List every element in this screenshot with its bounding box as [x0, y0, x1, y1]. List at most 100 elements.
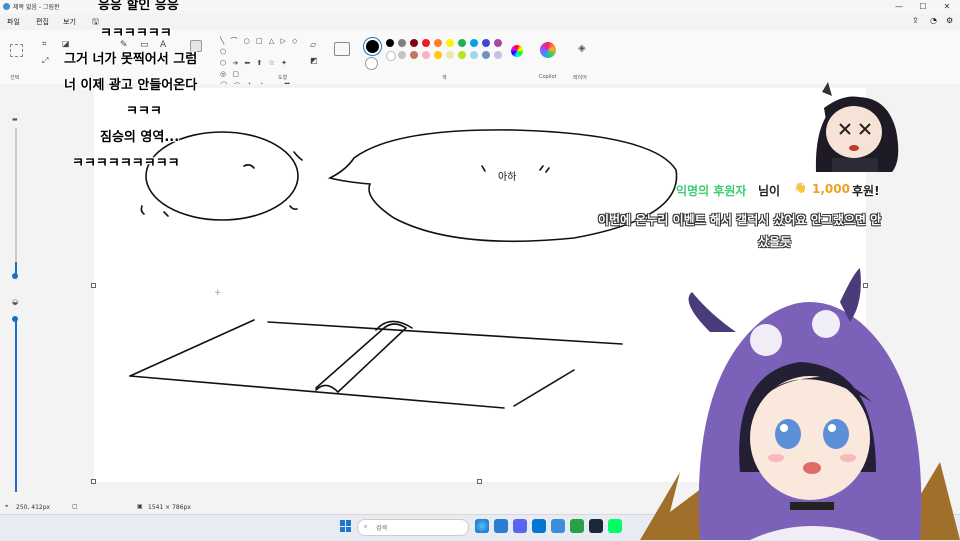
menu-edit[interactable]: 편집 — [36, 17, 49, 27]
color-swatch[interactable] — [422, 51, 430, 59]
paint-taskbar-icon[interactable] — [551, 519, 565, 533]
canvas-resize-handle-bl[interactable] — [91, 479, 96, 484]
color-swatch[interactable] — [410, 39, 418, 47]
table-edge — [129, 319, 255, 377]
color-swatch[interactable] — [410, 51, 418, 59]
window-title: 제목 없음 - 그림판 — [13, 4, 60, 11]
color2-indicator[interactable] — [365, 57, 378, 70]
chat-line: 짐승의 영역... — [100, 130, 180, 145]
steam-icon[interactable] — [589, 519, 603, 533]
settings-icon[interactable]: ⚙ — [946, 16, 953, 25]
chat-line: ㅋㅋㅋㅋㅋㅋㅋㅋㅋ — [72, 156, 180, 171]
profile-icon[interactable]: ◔ — [930, 16, 937, 25]
chibi-illustration — [815, 82, 899, 172]
taskbar-search-input[interactable]: ⌕ 검색 — [357, 519, 469, 536]
select-tool-icon[interactable] — [10, 44, 23, 57]
explorer-icon[interactable] — [494, 519, 508, 533]
selection-icon: ▢ — [72, 503, 78, 510]
sparkle-stroke — [293, 151, 303, 161]
brush-size-icon: ▬ — [12, 116, 18, 123]
color-swatch[interactable] — [494, 51, 502, 59]
canvas-resize-handle-left[interactable] — [91, 283, 96, 288]
resize-icon[interactable]: ⤢ — [42, 56, 48, 66]
color-swatch[interactable] — [386, 39, 394, 47]
chat-line: ㅋㅋㅋㅋㅋㅋ — [100, 26, 172, 41]
color-swatch[interactable] — [422, 39, 430, 47]
coin-icon: 👋 — [794, 183, 807, 194]
vtuber-illustration — [640, 268, 960, 540]
edge-icon[interactable] — [475, 519, 489, 533]
discord-icon[interactable] — [513, 519, 527, 533]
opacity-icon: ◒ — [12, 298, 19, 306]
shape-fill-icon[interactable]: ◩ — [310, 56, 318, 65]
search-placeholder: 검색 — [376, 525, 388, 532]
shapes-group-label: 도형 — [278, 75, 288, 81]
chat-line: ㅋㅋㅋ — [126, 104, 162, 119]
color-swatch[interactable] — [386, 51, 396, 61]
brush-size-slider[interactable] — [15, 128, 17, 278]
color-swatch[interactable] — [434, 51, 442, 59]
table-edge — [267, 321, 623, 345]
donation-unit: 후원! — [852, 184, 880, 198]
outline-icon[interactable]: ▱ — [310, 40, 316, 49]
brush-size-thumb[interactable] — [12, 273, 18, 279]
donation-suffix: 님이 — [758, 184, 781, 198]
colors-group-label: 색 — [442, 75, 447, 81]
copilot-icon[interactable] — [540, 42, 556, 58]
edit-colors-icon[interactable] — [511, 45, 523, 57]
copilot-group-label: Copilot — [539, 74, 557, 80]
opacity-thumb[interactable] — [12, 316, 18, 322]
sparkle-stroke — [289, 205, 298, 210]
donation-alert: 익명의 후원자 님이 👋 1,000 후원! — [676, 182, 956, 202]
paint-app-icon — [3, 3, 10, 10]
canvas-size: 1541 × 786px — [148, 504, 191, 511]
color-swatch[interactable] — [470, 51, 478, 59]
chat-line: 그거 너가 못찍어서 그럼 — [64, 52, 198, 67]
color-swatch[interactable] — [434, 39, 442, 47]
search-icon: ⌕ — [364, 523, 368, 530]
color-swatch[interactable] — [482, 39, 490, 47]
donation-message-2: 샀을듯 — [758, 235, 792, 249]
close-button[interactable]: ✕ — [936, 0, 958, 14]
table-edge — [129, 375, 505, 409]
canvas-size-icon: ▣ — [137, 503, 143, 510]
xbox-icon[interactable] — [570, 519, 584, 533]
cursor-icon: ⌖ — [5, 503, 9, 510]
store-icon[interactable] — [532, 519, 546, 533]
crosshair-cursor: + — [214, 288, 222, 298]
donation-amount: 1,000 — [812, 182, 850, 196]
maximize-button[interactable]: ☐ — [912, 0, 934, 14]
opacity-fill — [15, 320, 17, 492]
chat-line: 응응 할인 응응 — [98, 0, 179, 13]
speech-bubble-text: 아하 — [498, 172, 517, 183]
color-swatch[interactable] — [458, 39, 466, 47]
start-icon[interactable] — [340, 520, 352, 532]
share-icon[interactable]: ⇪ — [912, 16, 919, 25]
cursor-position: 250, 412px — [16, 504, 51, 511]
color-swatch[interactable] — [446, 39, 454, 47]
sparkle-stroke — [481, 165, 486, 172]
streamer-vtuber-avatar — [640, 262, 960, 540]
color-swatch[interactable] — [494, 39, 502, 47]
donation-message-1: 이번에 온누리 이벤트 해서 갤럭시 샀어요 안그랬으면 안 — [598, 213, 882, 227]
crop-icon[interactable]: ⌗ — [42, 39, 47, 49]
color-swatch[interactable] — [398, 39, 406, 47]
color1-indicator[interactable] — [364, 38, 381, 55]
streamer-chibi-avatar — [796, 80, 906, 172]
color-swatch[interactable] — [482, 51, 490, 59]
size-icon[interactable] — [334, 42, 350, 56]
color-palette — [386, 39, 506, 69]
color-swatch[interactable] — [470, 39, 478, 47]
color-swatch[interactable] — [458, 51, 466, 59]
app-icon[interactable] — [608, 519, 622, 533]
table-edge — [513, 369, 575, 407]
layers-icon[interactable]: ◈ — [578, 43, 586, 54]
minimize-button[interactable]: — — [888, 0, 910, 14]
color-swatch[interactable] — [446, 51, 454, 59]
color-swatch[interactable] — [398, 51, 406, 59]
menu-file[interactable]: 파일 — [7, 17, 20, 27]
canvas-resize-handle-bottom[interactable] — [477, 479, 482, 484]
donor-name: 익명의 후원자 — [676, 184, 747, 198]
sparkle-stroke — [539, 165, 550, 173]
select-group-label: 선택 — [10, 75, 20, 81]
